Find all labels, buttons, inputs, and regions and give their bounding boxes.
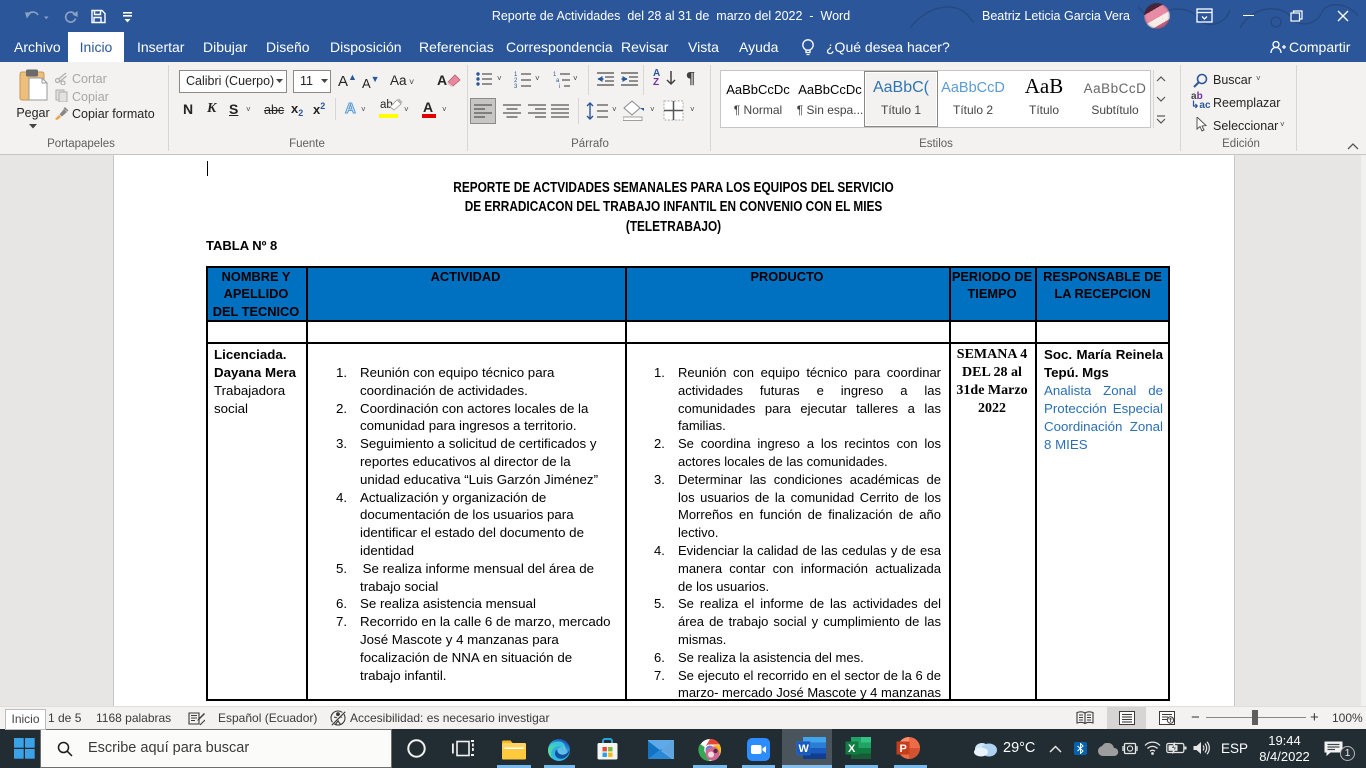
svg-text:i: i <box>559 84 560 88</box>
svg-text:W: W <box>799 743 810 755</box>
svg-text:X: X <box>848 743 856 755</box>
svg-text:P: P <box>900 743 907 755</box>
svg-text:3: 3 <box>514 84 518 88</box>
